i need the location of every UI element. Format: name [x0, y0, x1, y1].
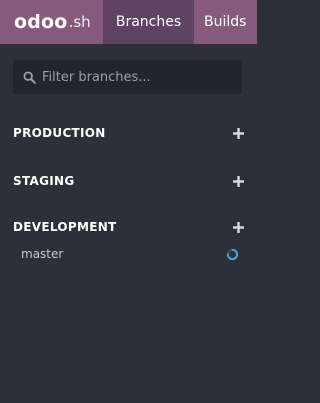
- search-icon: [23, 70, 36, 84]
- odoo-sh-logo[interactable]: odoo .sh: [0, 0, 103, 44]
- logo-suffix: .sh: [68, 13, 91, 31]
- tab-branches-label: Branches: [115, 14, 182, 30]
- logo-text: odoo: [14, 11, 68, 33]
- tab-branches[interactable]: Branches: [103, 0, 194, 44]
- section-staging: STAGING: [13, 171, 245, 191]
- add-staging-button[interactable]: [231, 174, 245, 188]
- tab-builds[interactable]: Builds: [194, 0, 257, 44]
- branch-search-box[interactable]: [13, 60, 242, 94]
- branch-item-master[interactable]: master: [21, 244, 239, 264]
- loading-spinner-icon: [226, 248, 239, 260]
- plus-icon: [232, 175, 244, 187]
- top-navigation-bar: odoo .sh Branches Builds: [0, 0, 257, 44]
- add-development-button[interactable]: [231, 220, 245, 234]
- section-development: DEVELOPMENT: [13, 217, 245, 237]
- plus-icon: [232, 221, 244, 233]
- section-staging-title: STAGING: [13, 174, 75, 188]
- section-development-title: DEVELOPMENT: [13, 220, 117, 234]
- plus-icon: [232, 127, 244, 139]
- branch-name: master: [21, 247, 64, 261]
- filter-branches-input[interactable]: [42, 69, 232, 85]
- section-production: PRODUCTION: [13, 123, 245, 143]
- tab-builds-label: Builds: [204, 14, 247, 30]
- add-production-button[interactable]: [231, 126, 245, 140]
- section-production-title: PRODUCTION: [13, 126, 106, 140]
- app-window: odoo.sh Branches Builds PRODUCTION STAGI…: [0, 0, 257, 403]
